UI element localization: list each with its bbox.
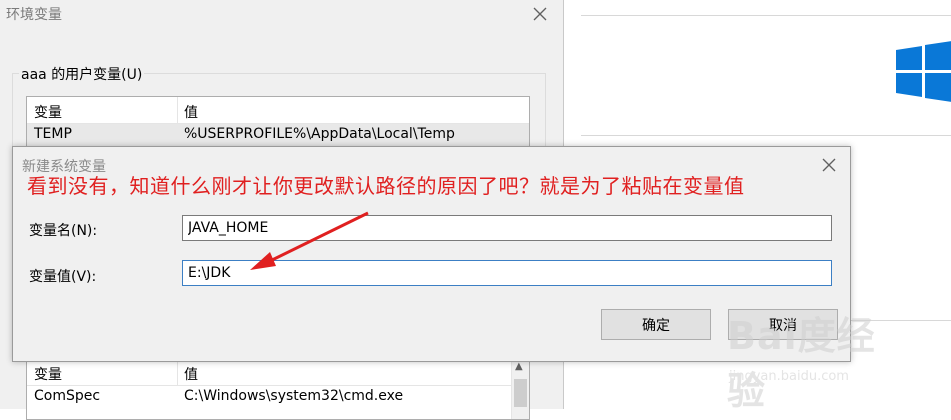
window-title: 环境变量 xyxy=(6,7,62,23)
variable-name-label: 变量名(N): xyxy=(29,223,98,239)
column-header-value[interactable]: 值 xyxy=(184,364,198,384)
ok-button[interactable]: 确定 xyxy=(601,309,711,340)
variable-value-label: 变量值(V): xyxy=(29,269,97,285)
variable-name-field[interactable] xyxy=(182,215,832,241)
system-variables-list[interactable]: 变量 值 ComSpec C:\Windows\system32\cmd.exe… xyxy=(26,358,530,420)
row-variable: TEMP xyxy=(34,126,72,142)
divider xyxy=(581,15,951,16)
column-header-variable[interactable]: 变量 xyxy=(34,102,62,122)
watermark-brand: Bai度经验 xyxy=(727,314,876,413)
variable-value-field[interactable] xyxy=(182,260,832,286)
scroll-up-icon[interactable]: ▲ xyxy=(515,361,523,372)
divider xyxy=(581,135,951,136)
user-variables-label: aaa 的用户变量(U) xyxy=(19,64,145,84)
list-header: 变量 值 xyxy=(27,359,529,386)
list-header: 变量 值 xyxy=(27,97,529,124)
watermark: Bai度经验 jingyan.baidu.com xyxy=(727,305,907,413)
row-variable: ComSpec xyxy=(34,388,101,404)
watermark-url: jingyan.baidu.com xyxy=(729,369,849,384)
column-header-variable[interactable]: 变量 xyxy=(34,364,62,384)
close-icon[interactable] xyxy=(817,153,841,177)
windows-logo-icon xyxy=(896,41,951,102)
scrollbar-thumb[interactable] xyxy=(514,379,527,407)
row-value: %USERPROFILE%\AppData\Local\Temp xyxy=(184,126,455,142)
table-row[interactable]: ComSpec C:\Windows\system32\cmd.exe xyxy=(27,386,529,408)
scrollbar[interactable]: ▲ xyxy=(511,359,529,419)
annotation-text: 看到没有，知道什么刚才让你更改默认路径的原因了吧？就是为了粘贴在变量值 xyxy=(27,174,745,198)
row-value: C:\Windows\system32\cmd.exe xyxy=(184,388,404,404)
table-row[interactable]: TEMP %USERPROFILE%\AppData\Local\Temp xyxy=(27,124,529,146)
close-icon[interactable] xyxy=(528,2,552,26)
column-header-value[interactable]: 值 xyxy=(184,102,198,122)
